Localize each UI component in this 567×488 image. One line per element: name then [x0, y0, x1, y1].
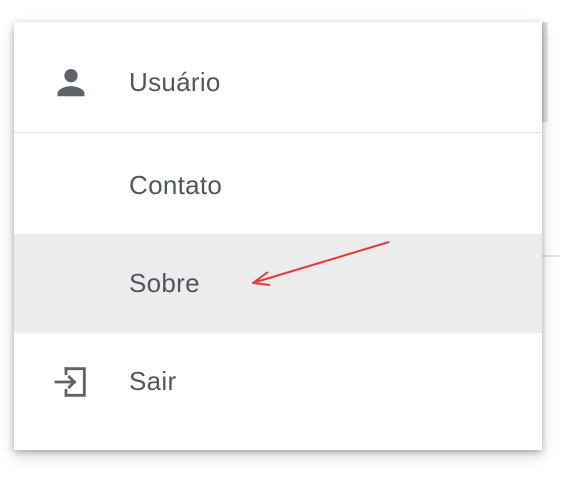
person-icon [50, 61, 92, 103]
menu-item-label: Usuário [129, 66, 221, 97]
menu-item-sair[interactable]: Sair [14, 334, 542, 429]
menu-item-contato[interactable]: Contato [14, 136, 542, 234]
menu-item-sobre[interactable]: Sobre [14, 234, 542, 333]
background-divider [540, 255, 560, 257]
menu-item-label: Sobre [129, 268, 200, 298]
dropdown-menu: Usuário Contato Sobre Sair [14, 22, 542, 450]
logout-icon [50, 361, 92, 403]
screenshot-stage: Usuário Contato Sobre Sair [0, 0, 567, 488]
menu-item-usuario[interactable]: Usuário [14, 32, 542, 133]
menu-item-label: Sair [129, 366, 177, 396]
menu-item-label: Contato [129, 169, 223, 200]
